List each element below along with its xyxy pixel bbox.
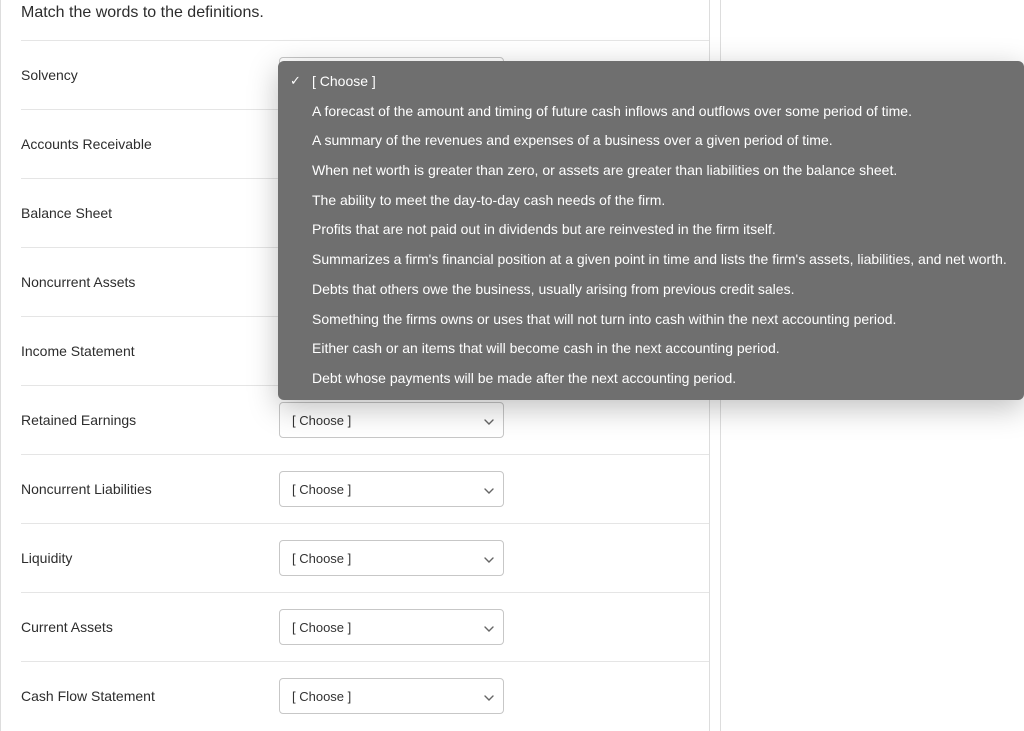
dropdown-option[interactable]: A forecast of the amount and timing of f…: [278, 97, 1024, 127]
match-row: Current Assets [ Choose ]: [21, 592, 709, 661]
definition-select[interactable]: [ Choose ]: [279, 540, 504, 576]
term-label: Current Assets: [21, 619, 279, 635]
definition-select[interactable]: [ Choose ]: [279, 609, 504, 645]
dropdown-option[interactable]: Debts that others owe the business, usua…: [278, 275, 1024, 305]
definition-select[interactable]: [ Choose ]: [279, 678, 504, 714]
select-value: [ Choose ]: [292, 413, 351, 428]
dropdown-option[interactable]: Either cash or an items that will become…: [278, 334, 1024, 364]
term-label: Noncurrent Assets: [21, 274, 279, 290]
term-label: Noncurrent Liabilities: [21, 481, 279, 497]
select-value: [ Choose ]: [292, 551, 351, 566]
term-label: Income Statement: [21, 343, 279, 359]
dropdown-option[interactable]: When net worth is greater than zero, or …: [278, 156, 1024, 186]
instruction-text: Match the words to the definitions.: [21, 0, 709, 40]
term-label: Solvency: [21, 67, 279, 83]
dropdown-option[interactable]: Something the firms owns or uses that wi…: [278, 305, 1024, 335]
dropdown-option[interactable]: [ Choose ]: [278, 67, 1024, 97]
term-label: Accounts Receivable: [21, 136, 279, 152]
term-label: Balance Sheet: [21, 205, 279, 221]
term-label: Liquidity: [21, 550, 279, 566]
match-row: Cash Flow Statement [ Choose ]: [21, 661, 709, 730]
definition-select[interactable]: [ Choose ]: [279, 402, 504, 438]
term-label: Retained Earnings: [21, 412, 279, 428]
select-value: [ Choose ]: [292, 620, 351, 635]
dropdown-option[interactable]: A summary of the revenues and expenses o…: [278, 126, 1024, 156]
match-row: Liquidity [ Choose ]: [21, 523, 709, 592]
dropdown-option[interactable]: Profits that are not paid out in dividen…: [278, 215, 1024, 245]
dropdown-option[interactable]: Summarizes a firm's financial position a…: [278, 245, 1024, 275]
dropdown-option[interactable]: The ability to meet the day-to-day cash …: [278, 186, 1024, 216]
term-label: Cash Flow Statement: [21, 688, 279, 704]
select-value: [ Choose ]: [292, 482, 351, 497]
match-row: Noncurrent Liabilities [ Choose ]: [21, 454, 709, 523]
definition-dropdown-menu[interactable]: [ Choose ] A forecast of the amount and …: [278, 61, 1024, 400]
select-value: [ Choose ]: [292, 689, 351, 704]
dropdown-option[interactable]: Debt whose payments will be made after t…: [278, 364, 1024, 394]
definition-select[interactable]: [ Choose ]: [279, 471, 504, 507]
